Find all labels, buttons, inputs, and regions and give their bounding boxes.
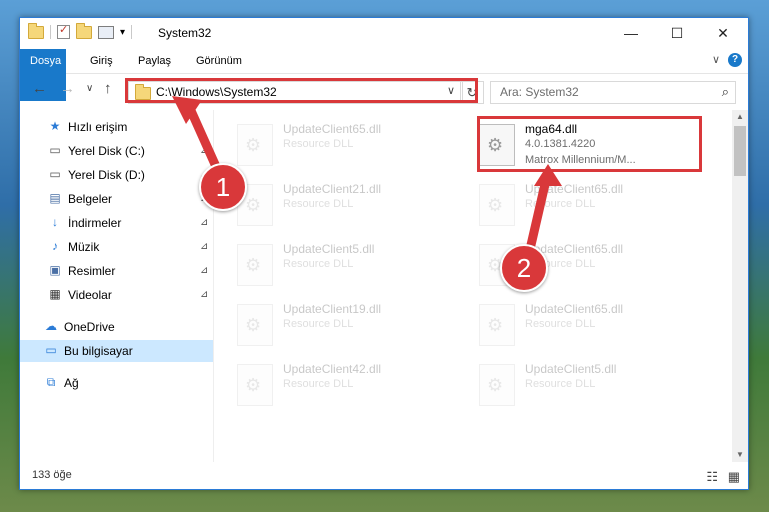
step-1-badge: 1 [199, 163, 247, 211]
annotation-arrows [172, 96, 562, 263]
step-2-badge: 2 [500, 244, 548, 292]
arrow-2-head [534, 164, 562, 186]
